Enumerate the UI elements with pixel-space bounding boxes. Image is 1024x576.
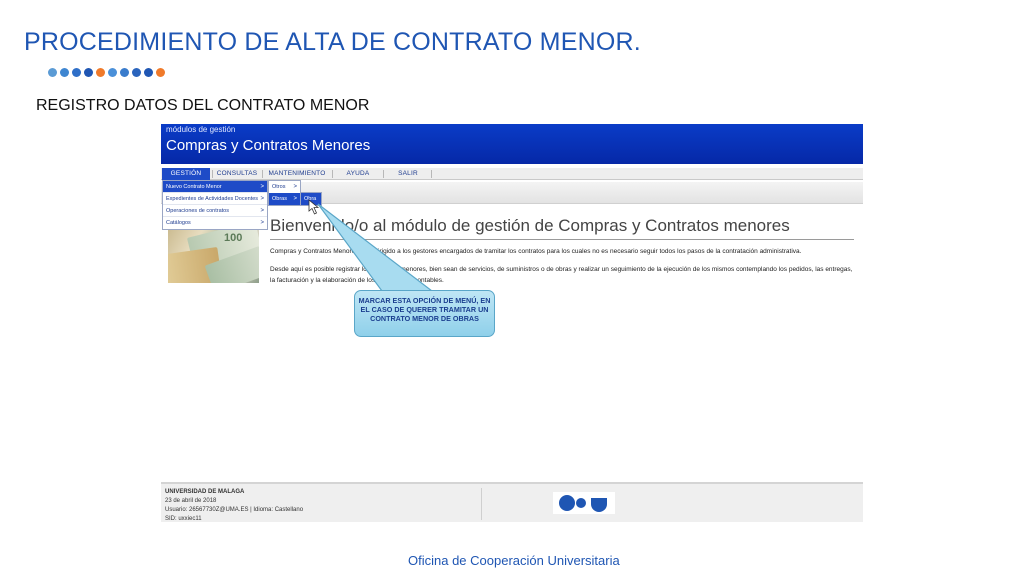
university-name: UNIVERSIDAD DE MALAGA [165,489,245,495]
ocu-logo-icon [559,495,607,512]
menu-gestion[interactable]: GESTIÓN [162,168,210,180]
decorative-dot [84,68,93,77]
submenu-item-label: Obras [272,196,287,202]
app-title: Compras y Contratos Menores [166,137,371,154]
footer-date: 23 de abril de 2018 [165,498,217,504]
app-footer: UNIVERSIDAD DE MALAGA 23 de abril de 201… [161,482,863,522]
decorative-dot [72,68,81,77]
dropdown-item-label: Catálogos [166,220,191,226]
bill-number: 100 [224,232,243,244]
submenu-item-otros[interactable]: Otros > [269,181,300,193]
footer-info: UNIVERSIDAD DE MALAGA 23 de abril de 201… [165,488,303,524]
chevron-right-icon: > [260,196,264,202]
chevron-right-icon: > [293,196,297,202]
menu-ayuda[interactable]: AYUDA [339,168,377,180]
slide-subtitle: REGISTRO DATOS DEL CONTRATO MENOR [36,97,370,114]
chevron-right-icon: > [260,220,264,226]
decorative-dot [132,68,141,77]
decorative-dot [108,68,117,77]
submenu-item-label: Otros [272,184,286,190]
welcome-divider [270,239,854,240]
footer-sid: SID: uxxiec11 [165,516,202,522]
welcome-heading: Bienvenido/o al módulo de gestión de Com… [270,216,790,235]
decorative-dot [156,68,165,77]
decorative-dot [96,68,105,77]
chevron-right-icon: > [260,208,264,214]
menu-separator [212,170,213,178]
menu-separator [431,170,432,178]
dropdown-item-label: Nuevo Contrato Menor [166,184,222,190]
chevron-right-icon: > [293,184,297,190]
footer-divider [481,488,482,520]
menu-bar: GESTIÓN CONSULTAS MANTENIMIENTO AYUDA SA… [161,168,863,180]
menu-separator [332,170,333,178]
module-label: módulos de gestión [166,125,236,134]
callout-text: MARCAR ESTA OPCIÓN DE MENÚ, EN EL CASO D… [358,296,491,323]
decorative-dot [60,68,69,77]
submenu-item-obras[interactable]: Obras > [269,193,300,205]
slide-footer: Oficina de Cooperación Universitaria [408,553,620,568]
nuevo-contrato-submenu: Otros > Obras > [268,180,301,206]
dropdown-item-nuevo-contrato-menor[interactable]: Nuevo Contrato Menor > [163,181,267,193]
decorative-dot [48,68,57,77]
gestion-dropdown: Nuevo Contrato Menor > Expedientes de Ac… [162,180,268,230]
chevron-right-icon: > [260,184,264,190]
intro-paragraph: Compras y Contratos Menores está dirigid… [270,248,802,255]
instruction-callout: MARCAR ESTA OPCIÓN DE MENÚ, EN EL CASO D… [354,290,495,337]
dropdown-item-expedientes[interactable]: Expedientes de Actividades Docentes > [163,193,267,205]
footer-user: Usuario: 26567730Z@UMA.ES | Idioma: Cast… [165,507,304,513]
menu-separator [383,170,384,178]
dropdown-item-catalogos[interactable]: Catálogos > [163,217,267,229]
money-image: 100 [168,225,259,283]
dropdown-item-operaciones[interactable]: Operaciones de contratos > [163,205,267,217]
app-header: módulos de gestión Compras y Contratos M… [161,124,863,164]
slide-title: PROCEDIMIENTO DE ALTA DE CONTRATO MENOR. [24,28,641,56]
menu-separator [262,170,263,178]
decorative-dots [48,68,165,77]
dropdown-item-label: Operaciones de contratos [166,208,229,214]
decorative-dot [120,68,129,77]
menu-salir[interactable]: SALIR [391,168,425,180]
menu-mantenimiento[interactable]: MANTENIMIENTO [265,168,329,180]
footer-university: UNIVERSIDAD DE MALAGA [165,488,303,497]
ocu-logo [553,492,615,514]
app-screenshot: módulos de gestión Compras y Contratos M… [161,124,863,522]
decorative-dot [144,68,153,77]
dropdown-item-label: Expedientes de Actividades Docentes [166,196,259,202]
menu-consultas[interactable]: CONSULTAS [214,168,260,180]
description-paragraph: Desde aquí es posible registrar los cont… [270,266,853,284]
cursor-icon [308,199,320,215]
